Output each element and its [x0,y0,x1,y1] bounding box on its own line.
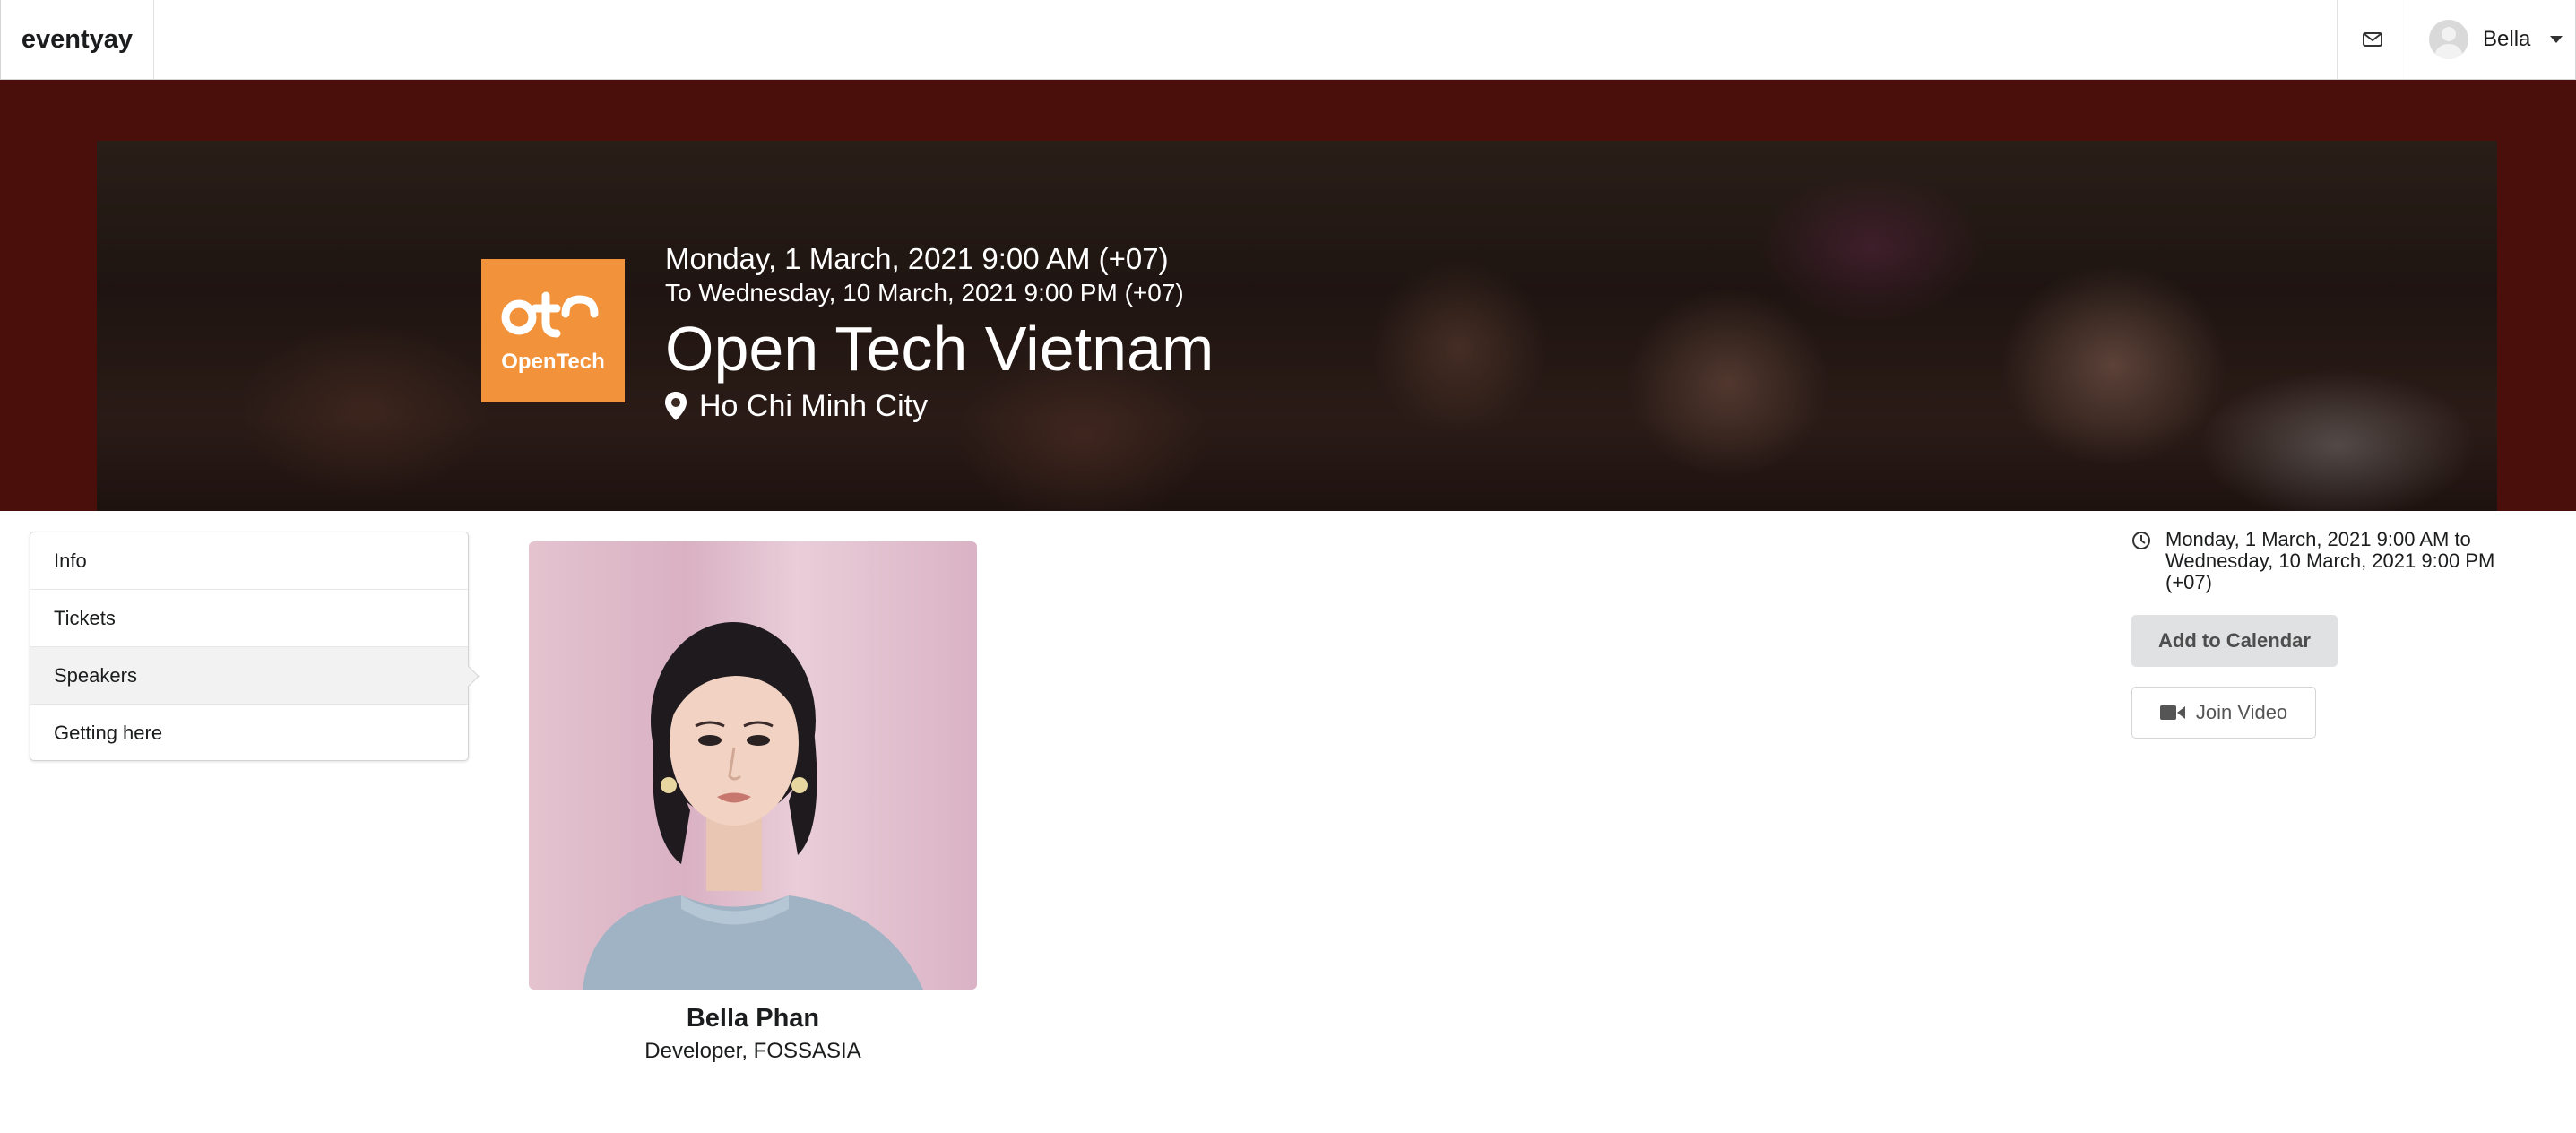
menu-item-info[interactable]: Info [30,532,468,590]
event-location-text: Ho Chi Minh City [699,389,929,423]
video-camera-icon [2159,705,2185,720]
hero-info: Monday, 1 March, 2021 9:00 AM (+07) To W… [665,241,1214,426]
event-end-date: To Wednesday, 10 March, 2021 9:00 PM (+0… [665,279,1184,307]
navbar-spacer [154,0,2337,79]
event-menu: Info Tickets Speakers Getting here [30,532,469,761]
mail-button[interactable] [2337,0,2407,79]
top-navbar: eventyay Bella [0,0,2576,80]
speaker-card[interactable]: Bella Phan Developer, FOSSASIA [529,541,977,1064]
speaker-role: Developer, FOSSASIA [644,1039,861,1063]
add-to-calendar-button[interactable]: Add to Calendar [2131,615,2338,667]
speaker-photo[interactable] [529,541,977,990]
mail-icon [2362,32,2382,47]
join-video-label: Join Video [2195,701,2288,723]
hero-frame: OpenTech Monday, 1 March, 2021 9:00 AM (… [0,80,2576,511]
user-name: Bella [2483,27,2531,51]
hero-overlay [97,141,2497,511]
event-sidebar: Monday, 1 March, 2021 9:00 AM to Wednesd… [2131,529,2526,739]
logo-text: OpenTech [501,350,605,374]
menu-item-getting-here[interactable]: Getting here [30,705,468,762]
event-start-date: Monday, 1 March, 2021 9:00 AM (+07) [665,242,1169,275]
event-time-text: Monday, 1 March, 2021 9:00 AM to Wednesd… [2165,528,2495,593]
speaker-portrait [583,622,923,990]
menu-item-tickets[interactable]: Tickets [30,590,468,647]
map-pin-icon [665,392,687,420]
user-avatar [2429,20,2468,59]
speaker-name: Bella Phan [686,1004,820,1033]
clock-icon [2132,532,2150,549]
join-video-button[interactable]: Join Video [2131,687,2316,739]
hero-banner: OpenTech Monday, 1 March, 2021 9:00 AM (… [97,141,2497,511]
brand-logo[interactable]: eventyay [1,0,154,79]
menu-item-speakers[interactable]: Speakers [30,647,468,705]
event-logo: OpenTech [481,259,625,402]
caret-down-icon [2550,36,2563,43]
event-time: Monday, 1 March, 2021 9:00 AM to Wednesd… [2131,529,2526,593]
event-title: Open Tech Vietnam [665,314,1215,384]
event-location: Ho Chi Minh City [665,386,1214,426]
user-menu[interactable]: Bella [2407,0,2575,79]
opentech-logo-icon [501,291,599,338]
